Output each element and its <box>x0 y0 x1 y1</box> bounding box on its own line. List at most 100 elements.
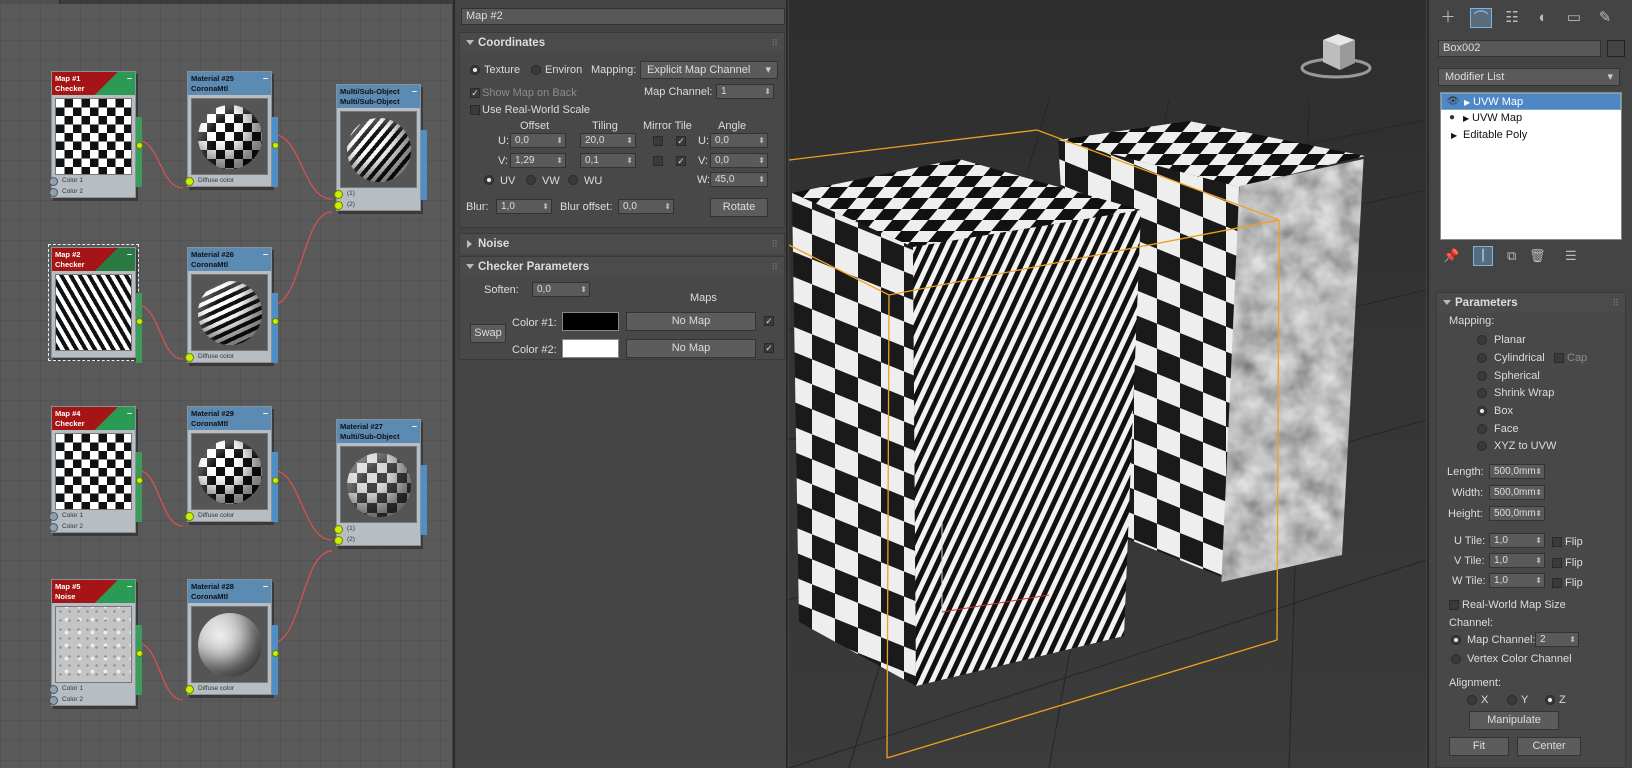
length-spinner[interactable]: 500,0mm <box>1489 464 1545 479</box>
node-output-socket[interactable] <box>136 318 143 325</box>
object-color-swatch[interactable] <box>1607 40 1625 57</box>
w-tile-spinner[interactable]: 1,0 <box>1489 573 1545 588</box>
utilities-tab-icon[interactable]: ✎ <box>1594 8 1616 28</box>
node-material-25[interactable]: Material #25 CoronaMtl – Diffuse color <box>185 71 279 187</box>
node-output-socket[interactable] <box>272 142 279 149</box>
node-slot[interactable]: Color 2 <box>49 186 135 197</box>
minimize-icon[interactable]: – <box>412 86 417 96</box>
show-map-on-back-checkbox[interactable]: ✓ <box>470 88 480 98</box>
angle-u-spinner[interactable]: 0,0 <box>710 133 768 148</box>
node-map-5[interactable]: Map #5 Noise – Color 1 Color 2 <box>49 579 143 706</box>
vertex-color-channel-radio[interactable] <box>1451 654 1461 664</box>
xyz-to-uvw-radio[interactable] <box>1477 441 1487 451</box>
blur-offset-spinner[interactable]: 0,0 <box>618 199 674 214</box>
tiling-u-spinner[interactable]: 20,0 <box>580 133 636 148</box>
offset-u-spinner[interactable]: 0,0 <box>510 133 566 148</box>
v-tile-spinner[interactable]: 1,0 <box>1489 553 1545 568</box>
display-tab-icon[interactable]: ▭ <box>1563 8 1585 28</box>
minimize-icon[interactable]: – <box>263 249 268 259</box>
color-2-map-checkbox[interactable]: ✓ <box>764 343 774 353</box>
color-2-map-button[interactable]: No Map <box>626 339 756 358</box>
minimize-icon[interactable]: – <box>263 73 268 83</box>
fit-button[interactable]: Fit <box>1449 737 1509 756</box>
use-real-world-scale-checkbox[interactable] <box>470 105 480 115</box>
tiling-v-spinner[interactable]: 0,1 <box>580 153 636 168</box>
node-map-4[interactable]: Map #4 Checker – Color 1 Color 2 <box>49 406 143 533</box>
minimize-icon[interactable]: – <box>127 408 132 418</box>
align-x-radio[interactable] <box>1467 695 1477 705</box>
minimize-icon[interactable]: – <box>127 249 132 259</box>
checker-parameters-header[interactable]: Checker Parameters ⠿ <box>460 257 784 277</box>
node-output-socket[interactable] <box>136 142 143 149</box>
node-material-29[interactable]: Material #29 CoronaMtl – Diffuse color <box>185 406 279 522</box>
minimize-icon[interactable]: – <box>412 421 417 431</box>
node-material-27[interactable]: Material #27 Multi/Sub-Object – (1) (2) <box>334 419 427 546</box>
stack-item-uvw-map-2[interactable]: ● ▶ UVW Map <box>1441 110 1621 127</box>
node-output-socket[interactable] <box>272 477 279 484</box>
node-output-socket[interactable] <box>136 650 143 657</box>
map-channel-spinner[interactable]: 1 <box>716 84 774 99</box>
expand-arrow-icon[interactable]: ▶ <box>1463 110 1469 127</box>
stack-item-uvw-map-1[interactable]: 👁 ▶ UVW Map <box>1441 93 1621 110</box>
stack-item-editable-poly[interactable]: ▶ Editable Poly <box>1441 127 1621 144</box>
make-unique-icon[interactable]: ⧉ <box>1507 248 1516 264</box>
width-spinner[interactable]: 500,0mm <box>1489 485 1545 500</box>
node-map-2[interactable]: Map #2 Checker – <box>48 244 143 363</box>
texture-radio[interactable] <box>470 65 480 75</box>
swap-button[interactable]: Swap <box>470 324 506 343</box>
mirror-v-checkbox[interactable] <box>653 156 663 166</box>
mapping-dropdown[interactable]: Explicit Map Channel <box>640 61 778 79</box>
object-name-field[interactable]: Box002 <box>1438 40 1601 57</box>
node-slot[interactable]: Color 1 <box>49 510 135 521</box>
map-name-field[interactable]: Map #2 <box>461 8 785 25</box>
spherical-radio[interactable] <box>1477 371 1487 381</box>
node-slot[interactable]: Diffuse color <box>185 175 271 186</box>
node-slot[interactable]: (1) <box>334 188 420 199</box>
tile-u-checkbox[interactable]: ✓ <box>676 136 686 146</box>
color-2-swatch[interactable] <box>562 339 619 358</box>
node-slot[interactable]: Diffuse color <box>185 510 271 521</box>
align-z-radio[interactable] <box>1545 695 1555 705</box>
expand-arrow-icon[interactable]: ▶ <box>1451 127 1457 144</box>
show-end-result-icon[interactable]: ┃ <box>1473 246 1493 266</box>
node-slot[interactable]: (1) <box>334 523 420 534</box>
angle-w-spinner[interactable]: 45,0 <box>710 172 768 187</box>
modify-tab-icon[interactable]: ⌒ <box>1470 8 1492 28</box>
w-flip-checkbox[interactable] <box>1552 578 1562 588</box>
map-channel-radio[interactable] <box>1451 635 1461 645</box>
rotate-button[interactable]: Rotate <box>710 198 768 217</box>
bulb-icon[interactable]: ● <box>1445 112 1459 124</box>
remove-modifier-icon[interactable]: 🗑 <box>1529 248 1546 264</box>
v-flip-checkbox[interactable] <box>1552 558 1562 568</box>
tile-v-checkbox[interactable]: ✓ <box>676 156 686 166</box>
minimize-icon[interactable]: – <box>263 581 268 591</box>
node-output-socket[interactable] <box>272 318 279 325</box>
create-tab-icon[interactable]: ＋ <box>1437 8 1459 28</box>
node-slot[interactable]: Diffuse color <box>185 351 271 362</box>
eye-icon[interactable]: 👁 <box>1446 96 1460 108</box>
hierarchy-tab-icon[interactable]: ☷ <box>1501 8 1523 28</box>
configure-sets-icon[interactable]: ☰ <box>1565 248 1577 264</box>
soften-spinner[interactable]: 0,0 <box>532 282 590 297</box>
shrink-wrap-radio[interactable] <box>1477 388 1487 398</box>
perspective-viewport[interactable] <box>789 0 1426 768</box>
minimize-icon[interactable]: – <box>127 73 132 83</box>
u-flip-checkbox[interactable] <box>1552 537 1562 547</box>
mirror-u-checkbox[interactable] <box>653 136 663 146</box>
manipulate-button[interactable]: Manipulate <box>1469 711 1559 730</box>
coordinates-rollout-header[interactable]: Coordinates ⠿ <box>460 33 784 53</box>
blur-spinner[interactable]: 1,0 <box>496 199 552 214</box>
node-material-28[interactable]: Material #28 CoronaMtl – Diffuse color <box>185 579 279 695</box>
node-slot[interactable]: Color 1 <box>49 683 135 694</box>
node-slot[interactable]: Color 2 <box>49 521 135 532</box>
height-spinner[interactable]: 500,0mm <box>1489 506 1545 521</box>
modifier-list-dropdown[interactable]: Modifier List <box>1438 68 1620 86</box>
real-world-map-size-checkbox[interactable] <box>1449 600 1459 610</box>
node-map-1[interactable]: Map #1 Checker – Color 1 Color 2 <box>49 71 143 198</box>
node-slot[interactable]: Color 1 <box>49 175 135 186</box>
angle-v-spinner[interactable]: 0,0 <box>710 153 768 168</box>
u-tile-spinner[interactable]: 1,0 <box>1489 533 1545 548</box>
map-channel-spinner[interactable]: 2 <box>1535 632 1579 647</box>
minimize-icon[interactable]: – <box>127 581 132 591</box>
node-slot[interactable]: Diffuse color <box>185 683 271 694</box>
